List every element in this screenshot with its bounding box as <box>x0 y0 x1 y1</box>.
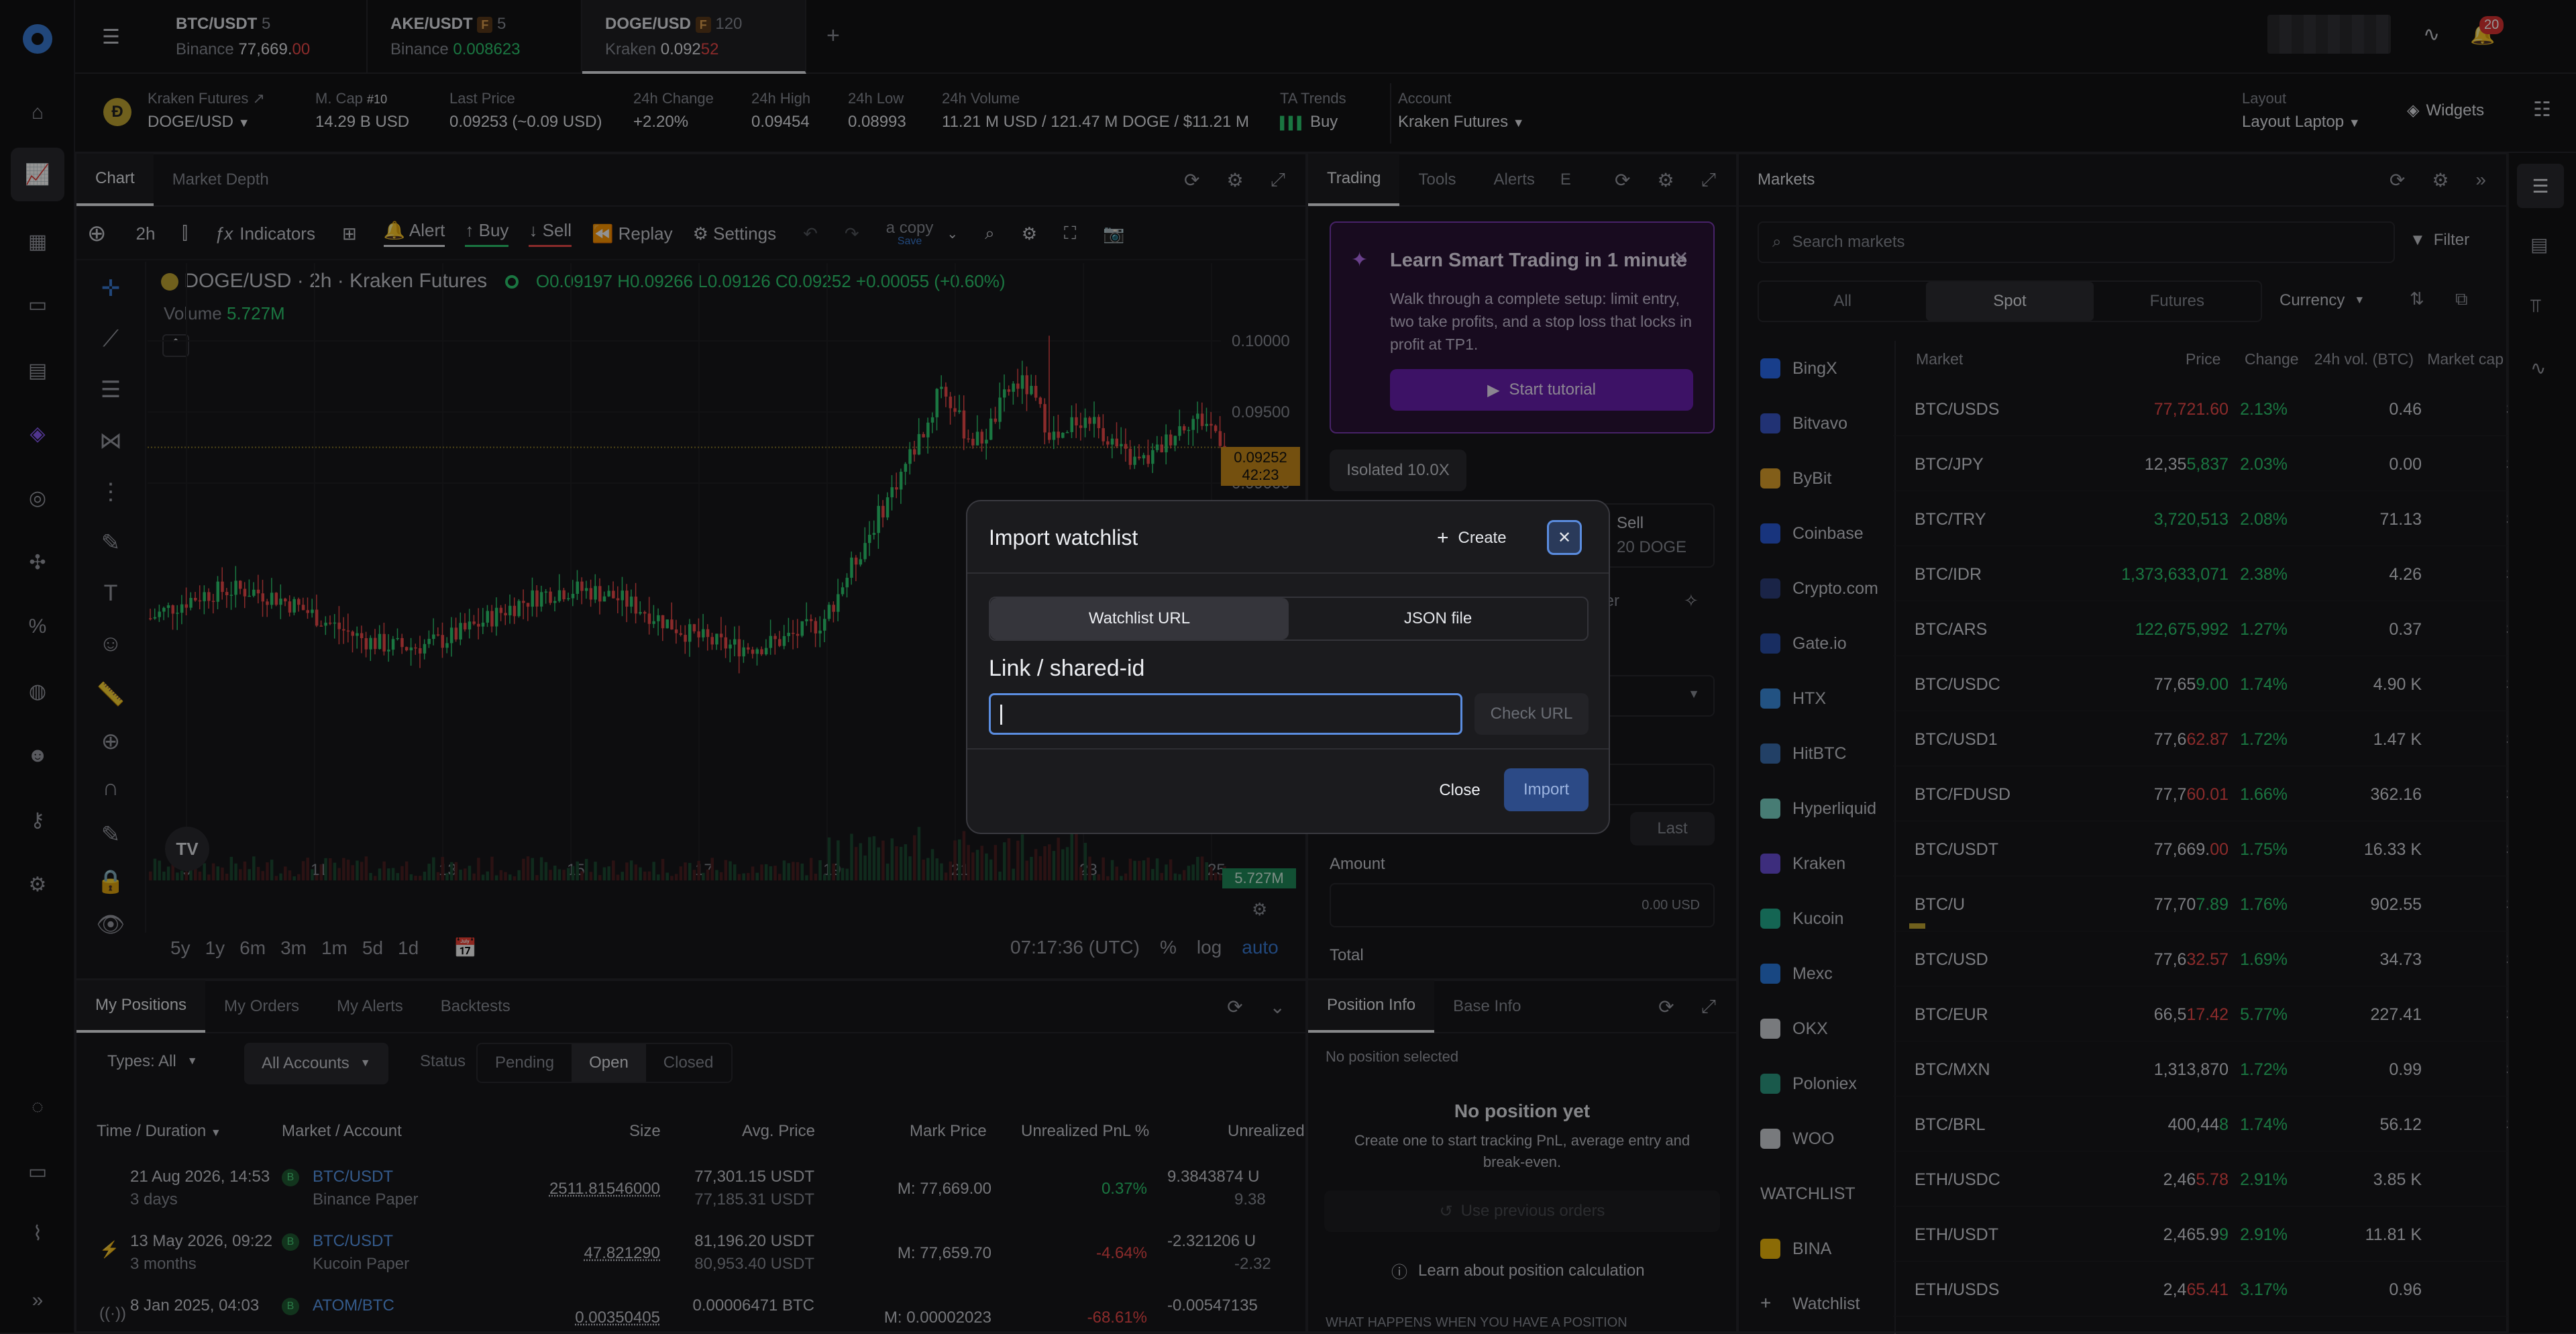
link-input[interactable] <box>989 693 1462 735</box>
close-button[interactable]: Close <box>1424 770 1496 811</box>
tab-watchlist-url[interactable]: Watchlist URL <box>990 598 1289 639</box>
import-watchlist-dialog: Import watchlist + Create ✕ Watchlist URL… <box>966 500 1610 834</box>
import-source-segment: Watchlist URL JSON file <box>989 597 1589 641</box>
tab-json-file[interactable]: JSON file <box>1289 598 1587 639</box>
link-field-label: Link / shared-id <box>989 656 1145 681</box>
dialog-title: Import watchlist <box>989 525 1138 550</box>
text-cursor <box>1000 705 1002 725</box>
dialog-close-icon[interactable]: ✕ <box>1547 520 1582 555</box>
import-button[interactable]: Import <box>1504 768 1589 811</box>
divider <box>967 748 1609 750</box>
divider <box>967 572 1609 574</box>
plus-icon: + <box>1437 527 1449 549</box>
check-url-button[interactable]: Check URL <box>1474 693 1589 735</box>
create-button[interactable]: + Create <box>1437 527 1507 550</box>
